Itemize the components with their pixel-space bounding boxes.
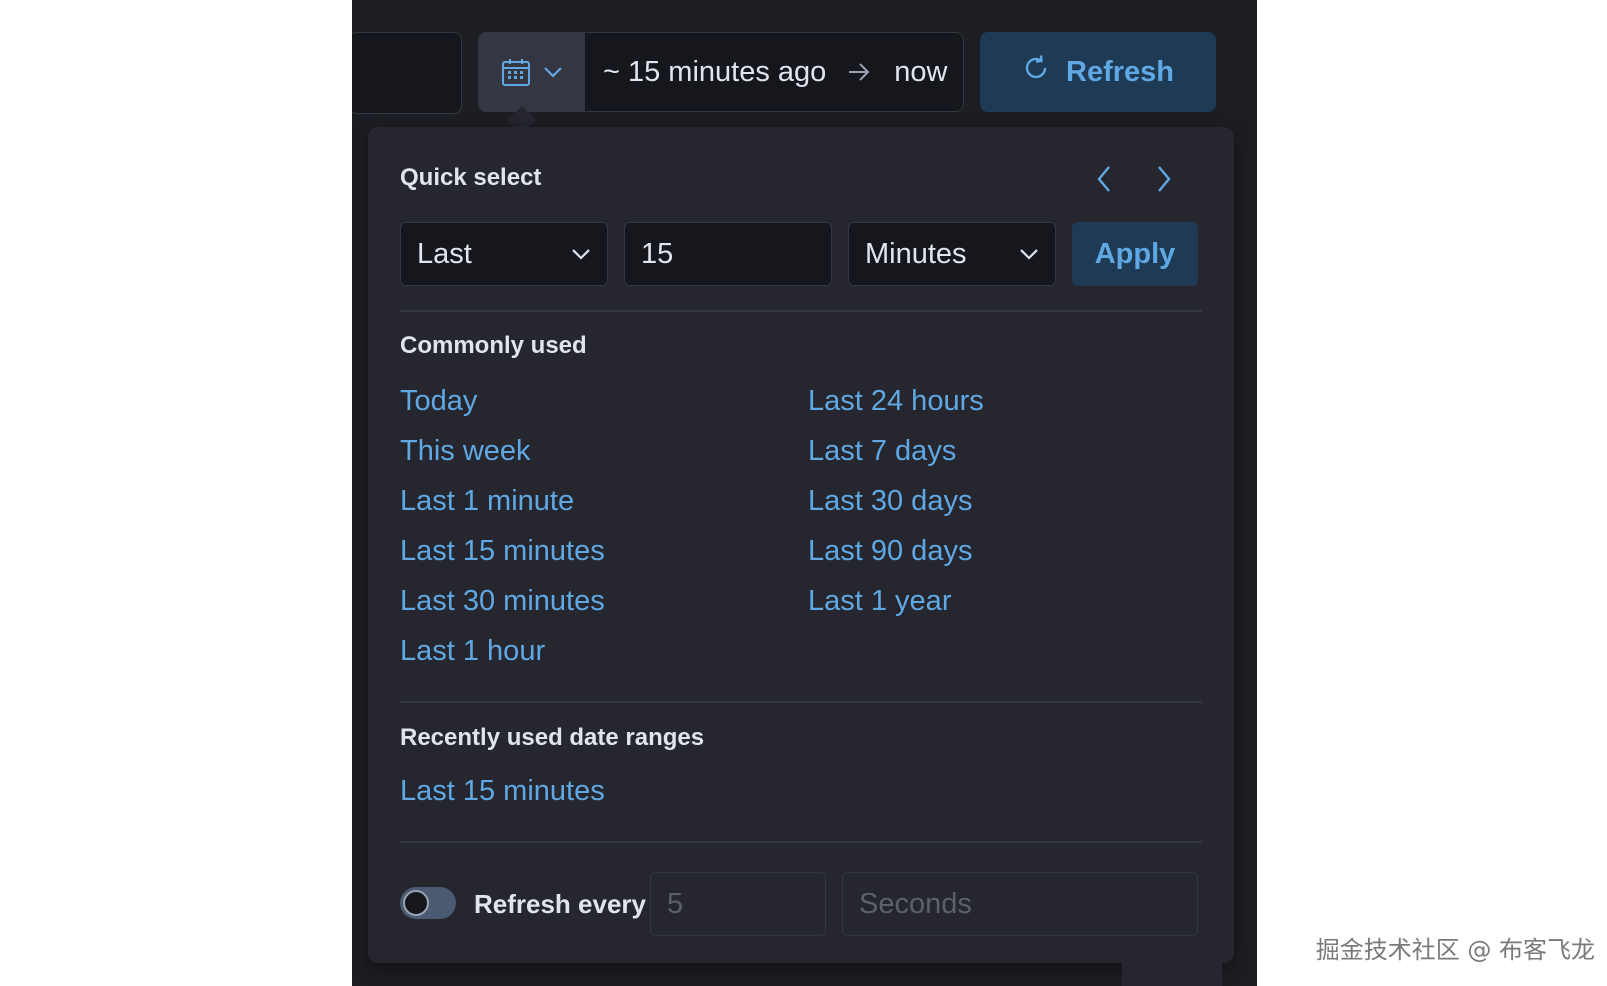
commonly-used-last-90-days[interactable]: Last 90 days xyxy=(808,535,972,568)
commonly-used-last-30-days[interactable]: Last 30 days xyxy=(808,485,972,518)
quantity-input-value: 15 xyxy=(641,237,674,270)
quick-select-popover: Quick select Last 15 Minutes Apply Commo… xyxy=(368,127,1234,963)
refresh-every-label: Refresh every xyxy=(474,889,646,919)
divider xyxy=(400,310,1202,312)
commonly-used-last-24-hours[interactable]: Last 24 hours xyxy=(808,385,984,418)
commonly-used-last-1-hour[interactable]: Last 1 hour xyxy=(400,635,545,668)
chevron-right-icon xyxy=(1158,166,1171,192)
arrow-right-icon xyxy=(848,62,870,82)
chevron-down-icon xyxy=(543,66,563,78)
watermark: 掘金技术社区 @ 布客飞龙 xyxy=(1315,936,1595,964)
query-input[interactable] xyxy=(352,32,462,114)
background-panel xyxy=(1122,962,1222,986)
commonly-used-last-7-days[interactable]: Last 7 days xyxy=(808,435,956,468)
apply-button[interactable]: Apply xyxy=(1072,222,1198,286)
refresh-unit-placeholder: Seconds xyxy=(859,887,972,920)
refresh-unit-select[interactable]: Seconds xyxy=(842,872,1198,936)
refresh-interval-placeholder: 5 xyxy=(667,887,684,920)
end-date-button[interactable]: now xyxy=(894,56,947,89)
unit-select-value: Minutes xyxy=(865,237,967,270)
direction-select[interactable]: Last xyxy=(400,222,608,286)
commonly-used-last-30-minutes[interactable]: Last 30 minutes xyxy=(400,585,605,618)
chevron-left-icon xyxy=(1097,166,1110,192)
refresh-interval-input[interactable]: 5 xyxy=(650,872,826,936)
auto-refresh-toggle[interactable] xyxy=(400,887,456,919)
divider xyxy=(400,841,1202,843)
previous-range-button[interactable] xyxy=(1084,159,1124,199)
calendar-icon xyxy=(501,57,531,87)
next-range-button[interactable] xyxy=(1144,159,1184,199)
quantity-input[interactable]: 15 xyxy=(624,222,832,286)
chevron-down-icon xyxy=(1020,249,1038,260)
quick-select-toggle[interactable] xyxy=(479,33,585,111)
divider xyxy=(400,701,1202,703)
commonly-used-title: Commonly used xyxy=(400,332,587,359)
commonly-used-today[interactable]: Today xyxy=(400,385,477,418)
toggle-knob xyxy=(403,890,429,916)
recently-used-item[interactable]: Last 15 minutes xyxy=(400,775,605,808)
date-range-display: ~ 15 minutes ago now xyxy=(585,33,963,111)
superdatepicker: ~ 15 minutes ago now xyxy=(478,32,964,112)
direction-select-value: Last xyxy=(417,237,472,270)
app-window: ~ 15 minutes ago now Refresh Quick selec… xyxy=(352,0,1257,986)
refresh-button[interactable]: Refresh xyxy=(980,32,1216,112)
commonly-used-this-week[interactable]: This week xyxy=(400,435,531,468)
unit-select[interactable]: Minutes xyxy=(848,222,1056,286)
chevron-down-icon xyxy=(572,249,590,260)
refresh-icon xyxy=(1022,54,1050,90)
refresh-button-label: Refresh xyxy=(1066,55,1174,88)
commonly-used-last-15-minutes[interactable]: Last 15 minutes xyxy=(400,535,605,568)
commonly-used-last-1-year[interactable]: Last 1 year xyxy=(808,585,951,618)
start-date-button[interactable]: ~ 15 minutes ago xyxy=(603,56,826,89)
recently-used-title: Recently used date ranges xyxy=(400,724,705,751)
commonly-used-last-1-minute[interactable]: Last 1 minute xyxy=(400,485,574,518)
quick-select-title: Quick select xyxy=(400,164,542,191)
